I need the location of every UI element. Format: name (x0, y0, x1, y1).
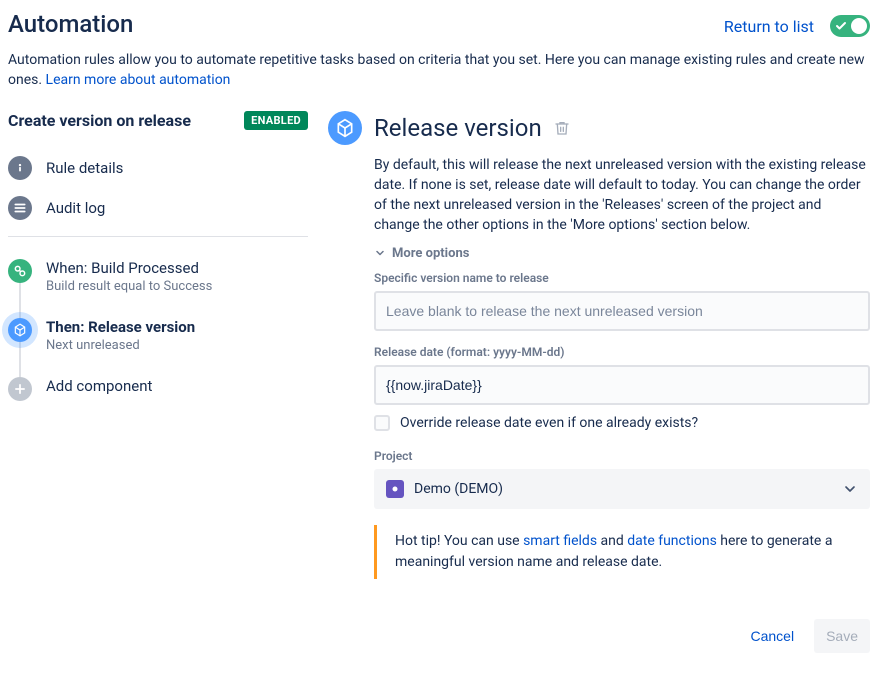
step-title: Add component (46, 377, 308, 395)
step-subtitle: Next unreleased (46, 338, 308, 353)
step-title: Then: Release version (46, 318, 308, 336)
more-options-label: More options (392, 246, 469, 261)
step-add-component[interactable]: Add component (8, 371, 308, 419)
release-date-label: Release date (format: yyyy-MM-dd) (374, 345, 870, 359)
page-title: Automation (8, 10, 133, 38)
panel-description: By default, this will release the next u… (374, 155, 870, 236)
divider (8, 236, 308, 237)
project-avatar-icon (386, 480, 404, 498)
panel-title: Release version (374, 114, 542, 142)
trash-icon[interactable] (554, 120, 570, 136)
step-subtitle: Build result equal to Success (46, 279, 308, 294)
enabled-lozenge: ENABLED (244, 111, 308, 130)
step-title: When: Build Processed (46, 259, 308, 277)
toggle-knob (851, 18, 867, 34)
override-date-label: Override release date even if one alread… (400, 415, 698, 431)
trigger-icon (8, 259, 32, 283)
check-icon (835, 18, 847, 34)
release-date-input[interactable] (374, 365, 870, 405)
version-name-input[interactable] (374, 291, 870, 331)
project-select[interactable]: Demo (DEMO) (374, 469, 870, 509)
tip-text: and (597, 533, 627, 549)
learn-more-link[interactable]: Learn more about automation (46, 72, 231, 88)
smart-fields-link[interactable]: smart fields (523, 533, 597, 549)
list-icon (8, 196, 32, 220)
info-icon (8, 156, 32, 180)
step-then[interactable]: Then: Release version Next unreleased (8, 312, 308, 371)
intro-text: Automation rules allow you to automate r… (8, 50, 870, 91)
nav-audit-log[interactable]: Audit log (8, 188, 308, 228)
project-label: Project (374, 449, 870, 463)
chevron-down-icon (374, 247, 386, 259)
override-date-checkbox[interactable] (374, 415, 390, 431)
version-name-label: Specific version name to release (374, 271, 870, 285)
return-to-list-link[interactable]: Return to list (724, 17, 814, 36)
hot-tip: Hot tip! You can use smart fields and da… (374, 525, 870, 579)
rule-name: Create version on release (8, 111, 191, 130)
release-version-icon (328, 111, 362, 145)
step-when[interactable]: When: Build Processed Build result equal… (8, 253, 308, 312)
tip-text: Hot tip! You can use (395, 533, 523, 549)
nav-label: Audit log (46, 199, 105, 217)
more-options-toggle[interactable]: More options (374, 246, 870, 261)
date-functions-link[interactable]: date functions (627, 533, 717, 549)
chevron-down-icon (842, 481, 858, 497)
action-icon (8, 318, 32, 342)
rule-enabled-toggle[interactable] (830, 15, 870, 37)
nav-label: Rule details (46, 159, 123, 177)
nav-rule-details[interactable]: Rule details (8, 148, 308, 188)
plus-icon (8, 377, 32, 401)
project-selected-value: Demo (DEMO) (414, 481, 503, 497)
